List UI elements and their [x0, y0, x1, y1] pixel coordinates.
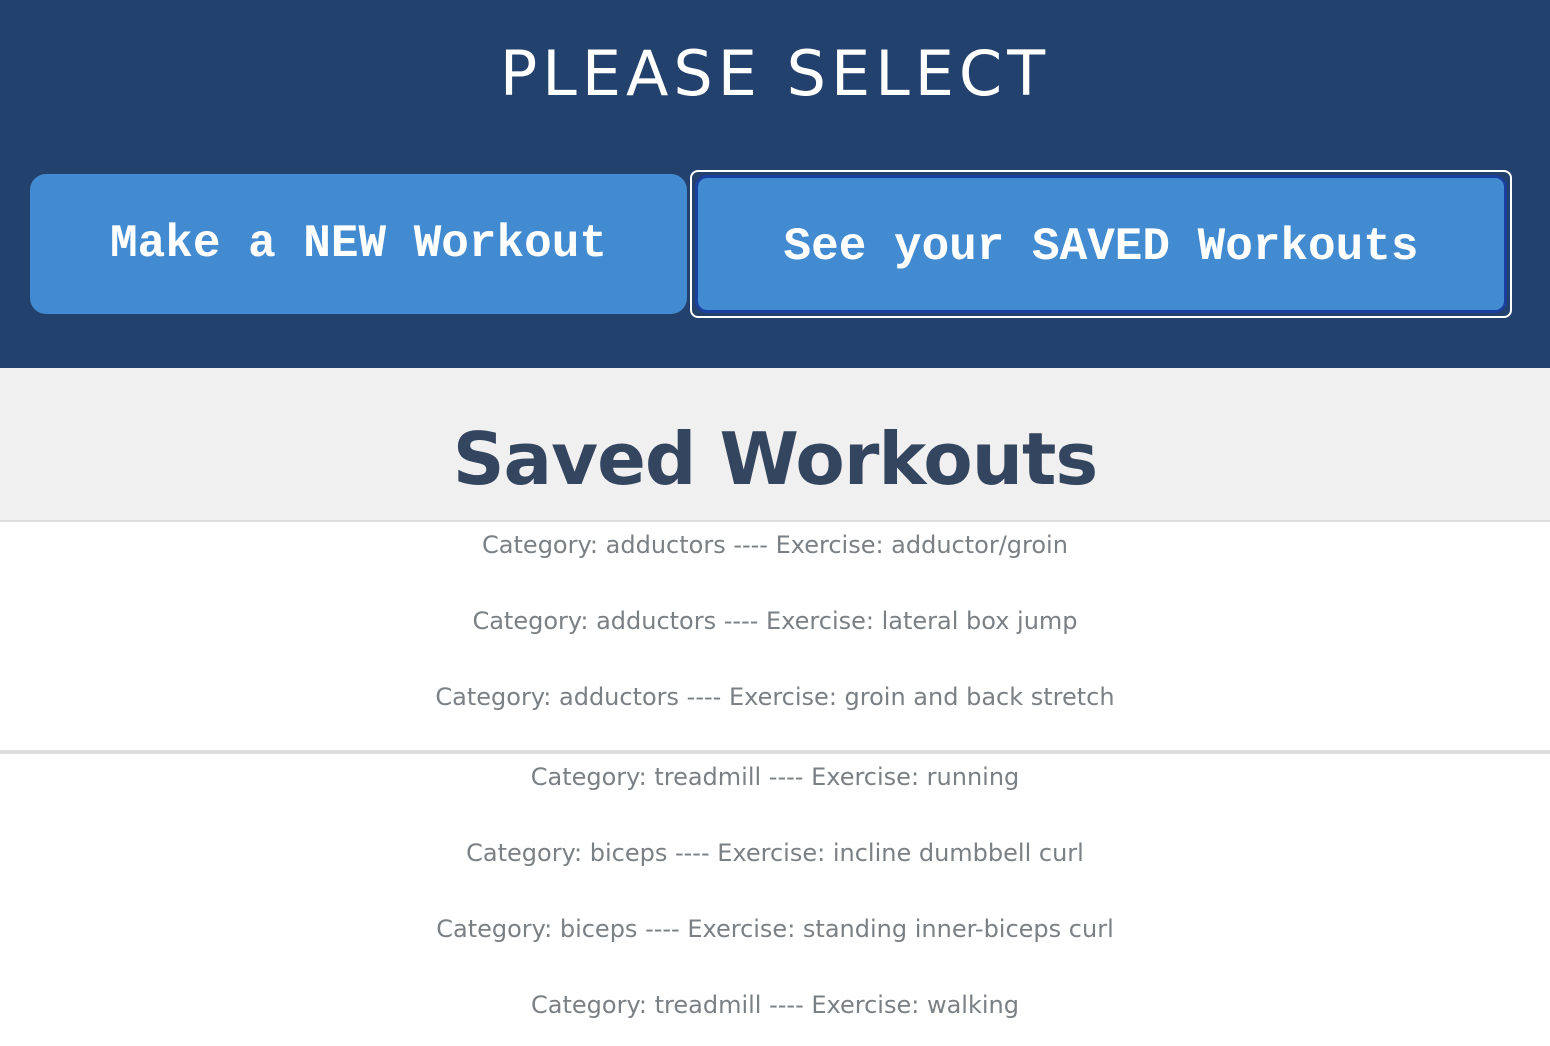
- workout-group: Category: treadmill ---- Exercise: runni…: [0, 754, 1550, 1046]
- workout-group: Category: adductors ---- Exercise: adduc…: [0, 522, 1550, 750]
- list-item: Category: treadmill ---- Exercise: walki…: [531, 991, 1019, 1019]
- list-item: Category: adductors ---- Exercise: groin…: [435, 683, 1115, 711]
- top-header: PLEASE SELECT Make a NEW Workout See you…: [0, 0, 1550, 368]
- list-item: Category: biceps ---- Exercise: incline …: [466, 839, 1084, 867]
- list-item: Category: biceps ---- Exercise: standing…: [436, 915, 1114, 943]
- please-select-title: PLEASE SELECT: [499, 37, 1051, 110]
- list-item: Category: treadmill ---- Exercise: runni…: [530, 763, 1020, 791]
- saved-workouts-header: Saved Workouts: [0, 368, 1550, 522]
- saved-workouts-button[interactable]: See your SAVED Workouts: [695, 175, 1507, 313]
- new-workout-button[interactable]: Make a NEW Workout: [30, 174, 687, 314]
- saved-workouts-list: Category: adductors ---- Exercise: adduc…: [0, 522, 1550, 1046]
- page-title: Saved Workouts: [452, 417, 1099, 501]
- list-item: Category: adductors ---- Exercise: adduc…: [482, 531, 1068, 559]
- list-item: Category: adductors ---- Exercise: later…: [472, 607, 1078, 635]
